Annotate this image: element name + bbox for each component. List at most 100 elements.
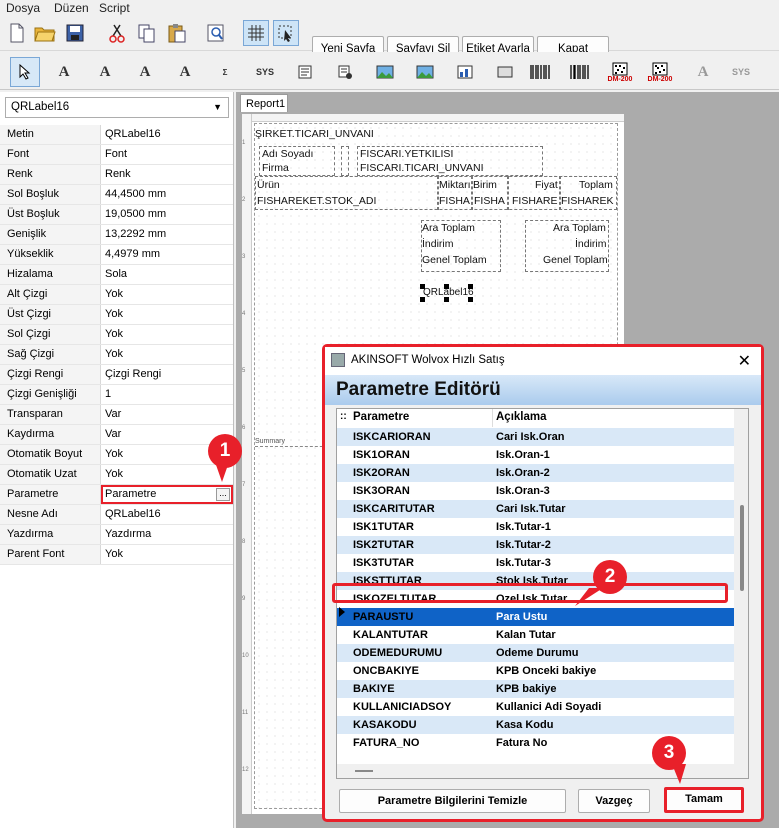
grid-toggle-icon[interactable] <box>243 20 269 46</box>
parameter-row[interactable]: ISK1TUTAR Isk.Tutar-1 <box>337 518 735 536</box>
resize-handle-tr[interactable] <box>468 284 473 289</box>
property-row[interactable]: Otomatik Boyut Yok <box>0 445 233 465</box>
property-value[interactable]: Yok <box>101 325 233 344</box>
property-value[interactable]: Yok <box>101 305 233 324</box>
property-row[interactable]: Hizalama Sola <box>0 265 233 285</box>
save-disk-icon[interactable] <box>62 20 88 46</box>
ellipsis-button-icon[interactable]: ... <box>216 488 230 501</box>
memo-tool-icon[interactable] <box>290 57 320 87</box>
miktar-field[interactable]: FISHA <box>439 195 470 207</box>
cut-icon[interactable] <box>104 20 130 46</box>
col-birim-header[interactable]: Birim <box>473 179 497 191</box>
menu-script[interactable]: Script <box>99 1 130 15</box>
property-value[interactable]: QRLabel16 <box>101 125 233 144</box>
property-row[interactable]: Çizgi Rengi Çizgi Rengi <box>0 365 233 385</box>
snap-grid-icon[interactable] <box>273 20 299 46</box>
property-value[interactable]: 4,4979 mm <box>101 245 233 264</box>
parameter-row[interactable]: KULLANICIADSOY Kullanici Adi Soyadi <box>337 698 735 716</box>
image-tool-icon[interactable] <box>370 57 400 87</box>
firma-label[interactable]: Firma <box>262 162 289 174</box>
datamatrix-tool-icon[interactable]: DM-200 <box>605 57 635 87</box>
property-row[interactable]: Yükseklik 4,4979 mm <box>0 245 233 265</box>
horizontal-scrollbar[interactable] <box>337 764 748 778</box>
indirim-value[interactable]: İndirim <box>575 238 607 250</box>
property-value[interactable]: 19,0500 mm <box>101 205 233 224</box>
genel-toplam-value[interactable]: Genel Toplam <box>543 254 608 266</box>
property-row[interactable]: Renk Renk <box>0 165 233 185</box>
property-row[interactable]: Sol Boşluk 44,4500 mm <box>0 185 233 205</box>
resize-handle-br[interactable] <box>468 297 473 302</box>
property-value[interactable]: QRLabel16 <box>101 505 233 524</box>
barcode2-tool-icon[interactable] <box>565 57 595 87</box>
property-row[interactable]: Yazdırma Yazdırma <box>0 525 233 545</box>
parameter-row[interactable]: ISKCARIORAN Cari Isk.Oran <box>337 428 735 446</box>
adi-soyadi-label[interactable]: Adı Soyadı <box>262 148 313 160</box>
parameter-row[interactable]: ISK2TUTAR Isk.Tutar-2 <box>337 536 735 554</box>
horizontal-scroll-thumb[interactable] <box>355 770 373 772</box>
property-row[interactable]: Sol Çizgi Yok <box>0 325 233 345</box>
rich-label-tool-icon[interactable]: A <box>170 57 200 87</box>
parameter-row[interactable]: BAKIYE KPB bakiye <box>337 680 735 698</box>
resize-handle-tm[interactable] <box>444 284 449 289</box>
col-miktar-header[interactable]: Miktarı <box>439 179 471 191</box>
property-value[interactable]: Yok <box>101 545 233 564</box>
property-value[interactable]: Yok <box>101 285 233 304</box>
label-tool-icon[interactable]: A <box>49 57 79 87</box>
property-row[interactable]: Genişlik 13,2292 mm <box>0 225 233 245</box>
indirim-label[interactable]: İndirim <box>422 238 454 250</box>
property-row[interactable]: Otomatik Uzat Yok <box>0 465 233 485</box>
property-value[interactable]: Sola <box>101 265 233 284</box>
col-aciklama-header[interactable]: Açıklama <box>493 409 547 427</box>
resize-handle-bl[interactable] <box>420 297 425 302</box>
expr-label-tool-icon[interactable]: A <box>130 57 160 87</box>
paste-icon[interactable] <box>164 20 190 46</box>
formula-tool-icon[interactable]: Σ <box>210 57 240 87</box>
ok-button[interactable]: Tamam <box>664 787 744 813</box>
col-parametre-header[interactable]: Parametre <box>337 409 493 427</box>
property-value[interactable]: 44,4500 mm <box>101 185 233 204</box>
col-toplam-header[interactable]: Toplam <box>579 179 613 191</box>
company-field[interactable]: ŞIRKET.TICARI_UNVANI <box>255 128 374 140</box>
ara-toplam-label[interactable]: Ara Toplam <box>422 222 475 234</box>
property-row[interactable]: Metin QRLabel16 <box>0 125 233 145</box>
resize-handle-bm[interactable] <box>444 297 449 302</box>
open-folder-icon[interactable] <box>32 20 58 46</box>
fiyat-field[interactable]: FISHARE <box>512 195 558 207</box>
property-row[interactable]: Üst Çizgi Yok <box>0 305 233 325</box>
copy-icon[interactable] <box>134 20 160 46</box>
menu-duzen[interactable]: Düzen <box>54 1 89 15</box>
parameter-row[interactable]: ONCBAKIYE KPB Onceki bakiye <box>337 662 735 680</box>
property-row[interactable]: Alt Çizgi Yok <box>0 285 233 305</box>
property-value[interactable]: Yok <box>101 345 233 364</box>
sysdata-tool-icon[interactable]: SYS <box>250 57 280 87</box>
property-row[interactable]: Parametre Parametre... <box>0 485 233 505</box>
toplam-field[interactable]: FISHAREK <box>561 195 614 207</box>
property-value[interactable]: 1 <box>101 385 233 404</box>
stok-adi-field[interactable]: FISHAREKET.STOK_ADI <box>257 195 376 207</box>
cancel-button[interactable]: Vazgeç <box>578 789 650 813</box>
parameter-row[interactable]: ISK3ORAN Isk.Oran-3 <box>337 482 735 500</box>
datamatrix2-tool-icon[interactable]: DM-200 <box>645 57 675 87</box>
col-urun-header[interactable]: Ürün <box>257 179 280 191</box>
barcode-tool-icon[interactable] <box>525 57 555 87</box>
db-label-tool-icon[interactable]: A <box>90 57 120 87</box>
property-value[interactable]: Yok <box>101 465 233 484</box>
property-row[interactable]: Sağ Çizgi Yok <box>0 345 233 365</box>
genel-toplam-label[interactable]: Genel Toplam <box>422 254 487 266</box>
property-row[interactable]: Font Font <box>0 145 233 165</box>
property-row[interactable]: Parent Font Yok <box>0 545 233 565</box>
parameter-row[interactable]: KALANTUTAR Kalan Tutar <box>337 626 735 644</box>
property-row[interactable]: Kaydırma Var <box>0 425 233 445</box>
new-file-icon[interactable] <box>4 20 30 46</box>
component-select[interactable]: QRLabel16 ▼ <box>5 97 229 118</box>
parameter-row[interactable]: PARAUSTU Para Ustu <box>337 608 735 626</box>
property-row[interactable]: Çizgi Genişliği 1 <box>0 385 233 405</box>
parameter-row[interactable]: ISK1ORAN Isk.Oran-1 <box>337 446 735 464</box>
property-row[interactable]: Üst Boşluk 19,0500 mm <box>0 205 233 225</box>
vertical-scroll-thumb[interactable] <box>740 505 744 591</box>
db-image-tool-icon[interactable] <box>410 57 440 87</box>
tab-report1[interactable]: Report1 <box>240 94 288 112</box>
property-row[interactable]: Transparan Var <box>0 405 233 425</box>
chart-tool-icon[interactable] <box>450 57 480 87</box>
vertical-scrollbar[interactable] <box>734 409 748 778</box>
